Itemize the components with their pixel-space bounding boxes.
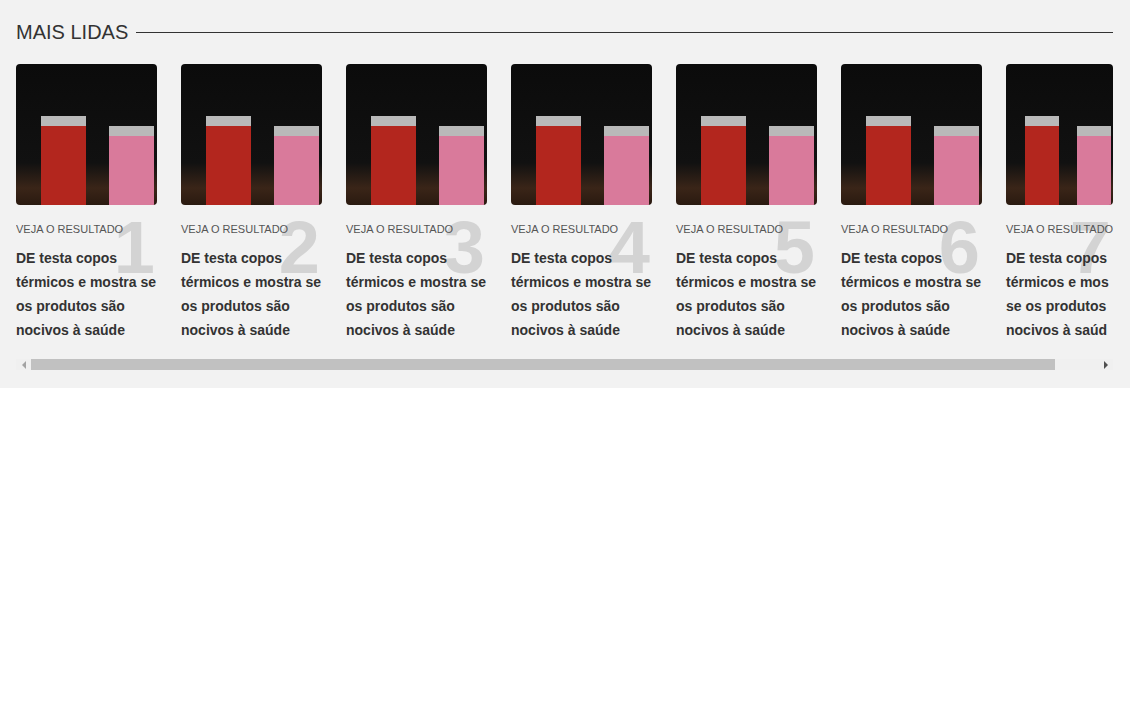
scroll-left-icon[interactable] bbox=[16, 359, 31, 370]
article-label: VEJA O RESULTADO bbox=[1006, 223, 1113, 236]
section-title: MAIS LIDAS bbox=[16, 20, 128, 44]
article-card[interactable]: 4VEJA O RESULTADO DE testa copos térmicos… bbox=[511, 64, 652, 342]
article-photo bbox=[676, 64, 817, 205]
article-label: VEJA O RESULTADO bbox=[676, 223, 817, 236]
most-read-section: MAIS LIDAS1VEJA O RESULTADODE testa copo… bbox=[0, 0, 1130, 388]
article-headline: DE testa copos térmicos e mostra se os p… bbox=[676, 246, 817, 342]
article-photo bbox=[841, 64, 982, 205]
article-photo bbox=[346, 64, 487, 205]
article-card[interactable]: 3VEJA O RESULTADO DE testa copos térmicos… bbox=[346, 64, 487, 342]
article-photo bbox=[1006, 64, 1113, 205]
article-headline: DE testa copos térmicos e mostra se os p… bbox=[346, 246, 487, 342]
article-label: VEJA O RESULTADO bbox=[841, 223, 982, 236]
scroll-thumb[interactable] bbox=[31, 359, 1055, 370]
article-photo bbox=[511, 64, 652, 205]
article-card[interactable]: 2VEJA O RESULTADO DE testa copos térmicos… bbox=[181, 64, 322, 342]
article-card[interactable]: 6VEJA O RESULTADO DE testa copos térmicos… bbox=[841, 64, 982, 342]
scroll-right-icon[interactable] bbox=[1098, 359, 1113, 370]
header-rule bbox=[136, 32, 1113, 33]
rank-number: 4 bbox=[609, 211, 650, 285]
article-label: VEJA O RESULTADO bbox=[181, 223, 322, 236]
rank-number: 6 bbox=[939, 211, 980, 285]
rank-number: 7 bbox=[1070, 211, 1111, 285]
article-card[interactable]: 5VEJA O RESULTADO DE testa copos térmicos… bbox=[676, 64, 817, 342]
scroll-track[interactable] bbox=[31, 359, 1098, 370]
article-card[interactable]: 7VEJA O RESULTADO DE testa copos térmicos… bbox=[1006, 64, 1113, 342]
horizontal-scrollbar[interactable] bbox=[16, 359, 1113, 370]
article-headline: DE testa copos térmicos e mostra se os p… bbox=[16, 246, 157, 342]
rank-number: 1 bbox=[114, 211, 155, 285]
rank-number: 3 bbox=[444, 211, 485, 285]
article-headline: DE testa copos térmicos e mostra se os p… bbox=[841, 246, 982, 342]
rank-number: 2 bbox=[279, 211, 320, 285]
article-label: VEJA O RESULTADO bbox=[511, 223, 652, 236]
article-card[interactable]: 1VEJA O RESULTADO DE testa copos térmicos… bbox=[16, 64, 157, 342]
section-header: MAIS LIDAS bbox=[16, 20, 1113, 44]
article-label: VEJA O RESULTADO bbox=[16, 223, 157, 236]
card-row: 1VEJA O RESULTADODE testa copos térmicos… bbox=[16, 64, 1113, 342]
article-photo bbox=[16, 64, 157, 205]
article-photo bbox=[181, 64, 322, 205]
article-headline: DE testa copos térmicos e mostra se os p… bbox=[511, 246, 652, 342]
article-label: VEJA O RESULTADO bbox=[346, 223, 487, 236]
article-headline: DE testa copos térmicos e mostra se os p… bbox=[181, 246, 322, 342]
rank-number: 5 bbox=[774, 211, 815, 285]
article-headline: DE testa copos térmicos e mos se os prod… bbox=[1006, 246, 1113, 342]
